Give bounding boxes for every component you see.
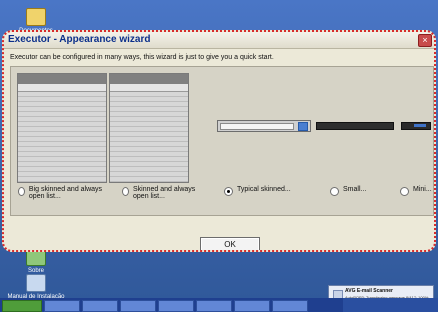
ok-button[interactable]: OK bbox=[200, 237, 260, 250]
taskbar-item[interactable] bbox=[272, 300, 308, 312]
preview-big-skinned bbox=[17, 73, 107, 183]
option-skinned[interactable]: Skinned and always open list... bbox=[122, 186, 202, 200]
taskbar-item[interactable] bbox=[44, 300, 80, 312]
preview-skinned bbox=[109, 73, 189, 183]
option-typical-skinned[interactable]: Typical skinned... bbox=[224, 186, 316, 196]
preview-input-bar bbox=[18, 84, 106, 92]
option-label: Big skinned and always open list... bbox=[28, 186, 103, 200]
option-label: Typical skinned... bbox=[237, 186, 291, 193]
folder-icon bbox=[26, 274, 46, 292]
preview-input-bar bbox=[110, 84, 188, 92]
preview-list bbox=[18, 92, 106, 182]
taskbar-item[interactable] bbox=[196, 300, 232, 312]
radio-button[interactable] bbox=[330, 187, 339, 196]
taskbar-item[interactable] bbox=[158, 300, 194, 312]
option-mini[interactable]: Mini... bbox=[400, 186, 434, 196]
preview-small bbox=[316, 122, 394, 130]
option-label: Skinned and always open list... bbox=[133, 186, 196, 200]
dialog-title: Executor - Appearance wizard bbox=[8, 34, 151, 45]
radio-button[interactable] bbox=[400, 187, 409, 196]
preview-mini bbox=[401, 122, 431, 130]
notification-title: AVG E-mail Scanner bbox=[345, 288, 393, 294]
radio-button[interactable] bbox=[18, 187, 25, 196]
option-small[interactable]: Small... bbox=[330, 186, 382, 196]
taskbar bbox=[0, 298, 438, 312]
option-label: Mini... bbox=[413, 186, 432, 193]
close-icon[interactable]: × bbox=[418, 34, 432, 47]
radio-button[interactable] bbox=[122, 187, 130, 196]
folder-icon bbox=[26, 8, 46, 26]
desktop-icon-manual[interactable]: Manual de Instalação bbox=[6, 274, 66, 300]
taskbar-item[interactable] bbox=[82, 300, 118, 312]
intro-text: Executor can be configured in many ways,… bbox=[10, 54, 274, 61]
system-tray bbox=[343, 298, 438, 312]
preview-header bbox=[18, 74, 106, 84]
taskbar-item[interactable] bbox=[2, 300, 42, 312]
dialog-titlebar[interactable]: Executor - Appearance wizard × bbox=[4, 32, 434, 49]
taskbar-item[interactable] bbox=[120, 300, 156, 312]
preview-list bbox=[110, 92, 188, 182]
appearance-wizard-dialog: Executor - Appearance wizard × Executor … bbox=[2, 30, 436, 252]
preview-typical-skinned bbox=[217, 120, 311, 132]
option-big-skinned[interactable]: Big skinned and always open list... bbox=[18, 186, 104, 200]
radio-button-selected[interactable] bbox=[224, 187, 233, 196]
option-label: Small... bbox=[343, 186, 367, 193]
taskbar-item[interactable] bbox=[234, 300, 270, 312]
preview-header bbox=[110, 74, 188, 84]
